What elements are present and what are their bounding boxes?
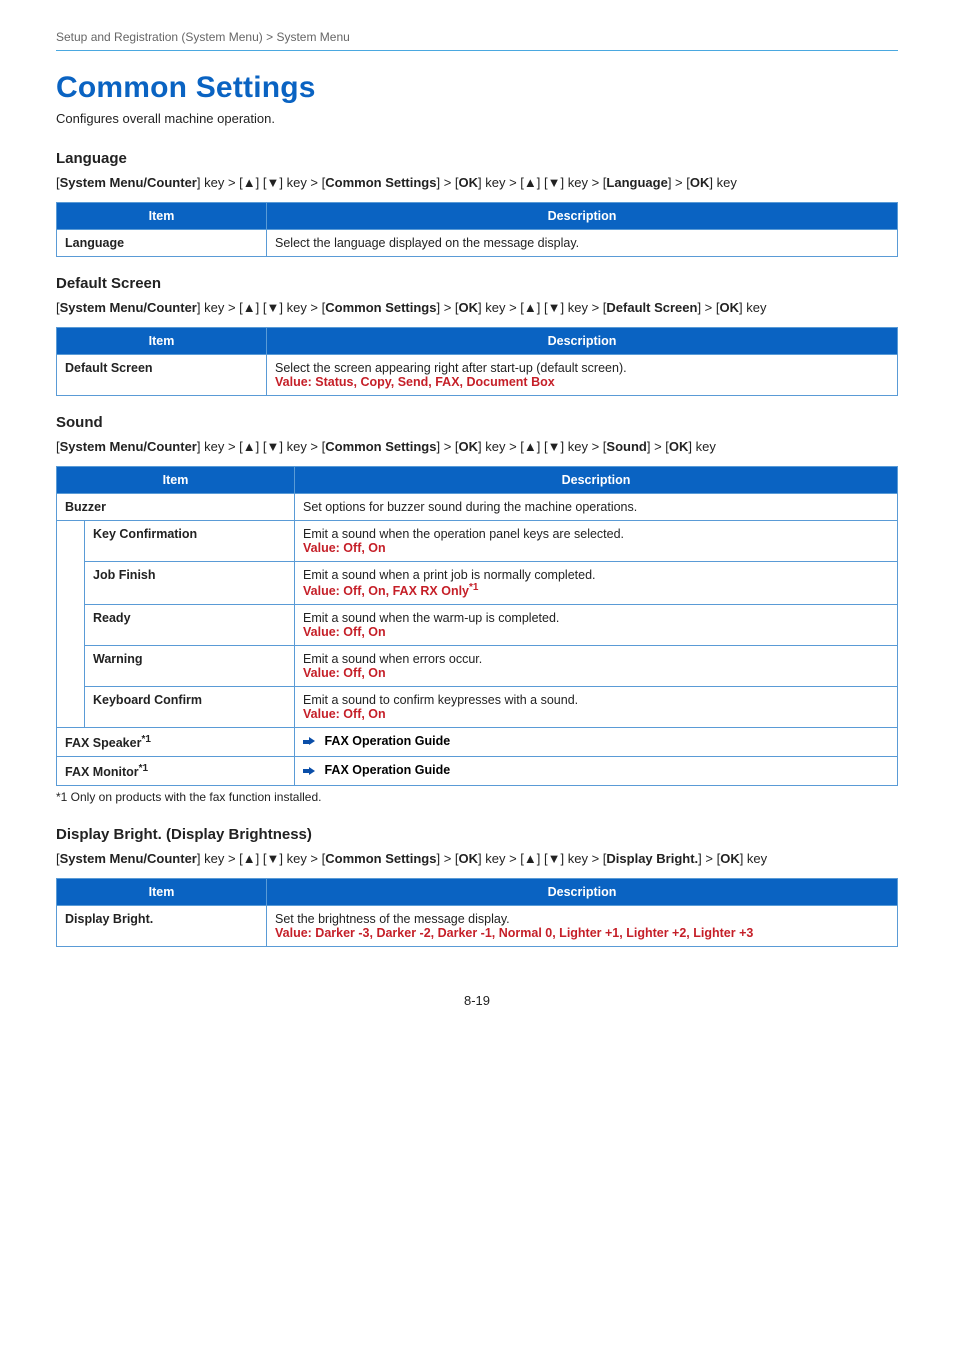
table-language: Item Description Language Select the lan… [56,202,898,257]
table-row: Display Bright. Set the brightness of th… [57,906,898,947]
th-description: Description [267,879,898,906]
table-row: Language Select the language displayed o… [57,230,898,257]
th-description: Description [295,467,898,494]
indent-cell [57,521,85,728]
table-sound: Item Description Buzzer Set options for … [56,466,898,786]
arrow-icon [303,767,315,776]
cell-item: Warning [85,646,295,687]
section-heading-display-bright: Display Bright. (Display Brightness) [56,826,898,843]
section-heading-default-screen: Default Screen [56,275,898,292]
cell-item: Default Screen [57,355,267,396]
cell-description: Emit a sound when the operation panel ke… [295,521,898,562]
cell-item: Display Bright. [57,906,267,947]
th-description: Description [267,328,898,355]
nav-path-display-bright: [System Menu/Counter] key > [▲] [▼] key … [56,851,898,866]
header-divider [56,50,898,51]
section-heading-language: Language [56,150,898,167]
cell-description: Select the screen appearing right after … [267,355,898,396]
table-default-screen: Item Description Default Screen Select t… [56,327,898,396]
table-row: Key Confirmation Emit a sound when the o… [57,521,898,562]
th-item: Item [57,203,267,230]
cell-description: Select the language displayed on the mes… [267,230,898,257]
cell-item: Buzzer [57,494,295,521]
table-row: Keyboard Confirm Emit a sound to confirm… [57,687,898,728]
cell-description: Emit a sound to confirm keypresses with … [295,687,898,728]
cell-item: Job Finish [85,562,295,605]
cell-item: Language [57,230,267,257]
cell-description: Emit a sound when the warm-up is complet… [295,605,898,646]
breadcrumb: Setup and Registration (System Menu) > S… [56,30,898,44]
table-row: FAX Speaker*1 FAX Operation Guide [57,728,898,757]
cell-item: Keyboard Confirm [85,687,295,728]
page-title: Common Settings [56,71,898,105]
cell-description: FAX Operation Guide [295,728,898,757]
cell-description: Set the brightness of the message displa… [267,906,898,947]
table-row: Default Screen Select the screen appeari… [57,355,898,396]
cell-description: Emit a sound when a print job is normall… [295,562,898,605]
table-row: Ready Emit a sound when the warm-up is c… [57,605,898,646]
th-item: Item [57,879,267,906]
th-item: Item [57,328,267,355]
th-description: Description [267,203,898,230]
cell-item: Key Confirmation [85,521,295,562]
nav-path-sound: [System Menu/Counter] key > [▲] [▼] key … [56,439,898,454]
footnote: *1 Only on products with the fax functio… [56,790,898,804]
table-row: Buzzer Set options for buzzer sound duri… [57,494,898,521]
cell-item: FAX Monitor*1 [57,757,295,786]
cell-description: FAX Operation Guide [295,757,898,786]
section-heading-sound: Sound [56,414,898,431]
cell-item: FAX Speaker*1 [57,728,295,757]
reference-link[interactable]: FAX Operation Guide [324,734,450,748]
cell-description: Emit a sound when errors occur. Value: O… [295,646,898,687]
table-row: FAX Monitor*1 FAX Operation Guide [57,757,898,786]
intro-text: Configures overall machine operation. [56,111,898,126]
nav-path-language: [System Menu/Counter] key > [▲] [▼] key … [56,175,898,190]
table-row: Job Finish Emit a sound when a print job… [57,562,898,605]
arrow-icon [303,737,315,746]
table-display-bright: Item Description Display Bright. Set the… [56,878,898,947]
th-item: Item [57,467,295,494]
page-number: 8-19 [56,993,898,1008]
table-row: Warning Emit a sound when errors occur. … [57,646,898,687]
nav-path-default-screen: [System Menu/Counter] key > [▲] [▼] key … [56,300,898,315]
cell-description: Set options for buzzer sound during the … [295,494,898,521]
cell-item: Ready [85,605,295,646]
reference-link[interactable]: FAX Operation Guide [324,763,450,777]
